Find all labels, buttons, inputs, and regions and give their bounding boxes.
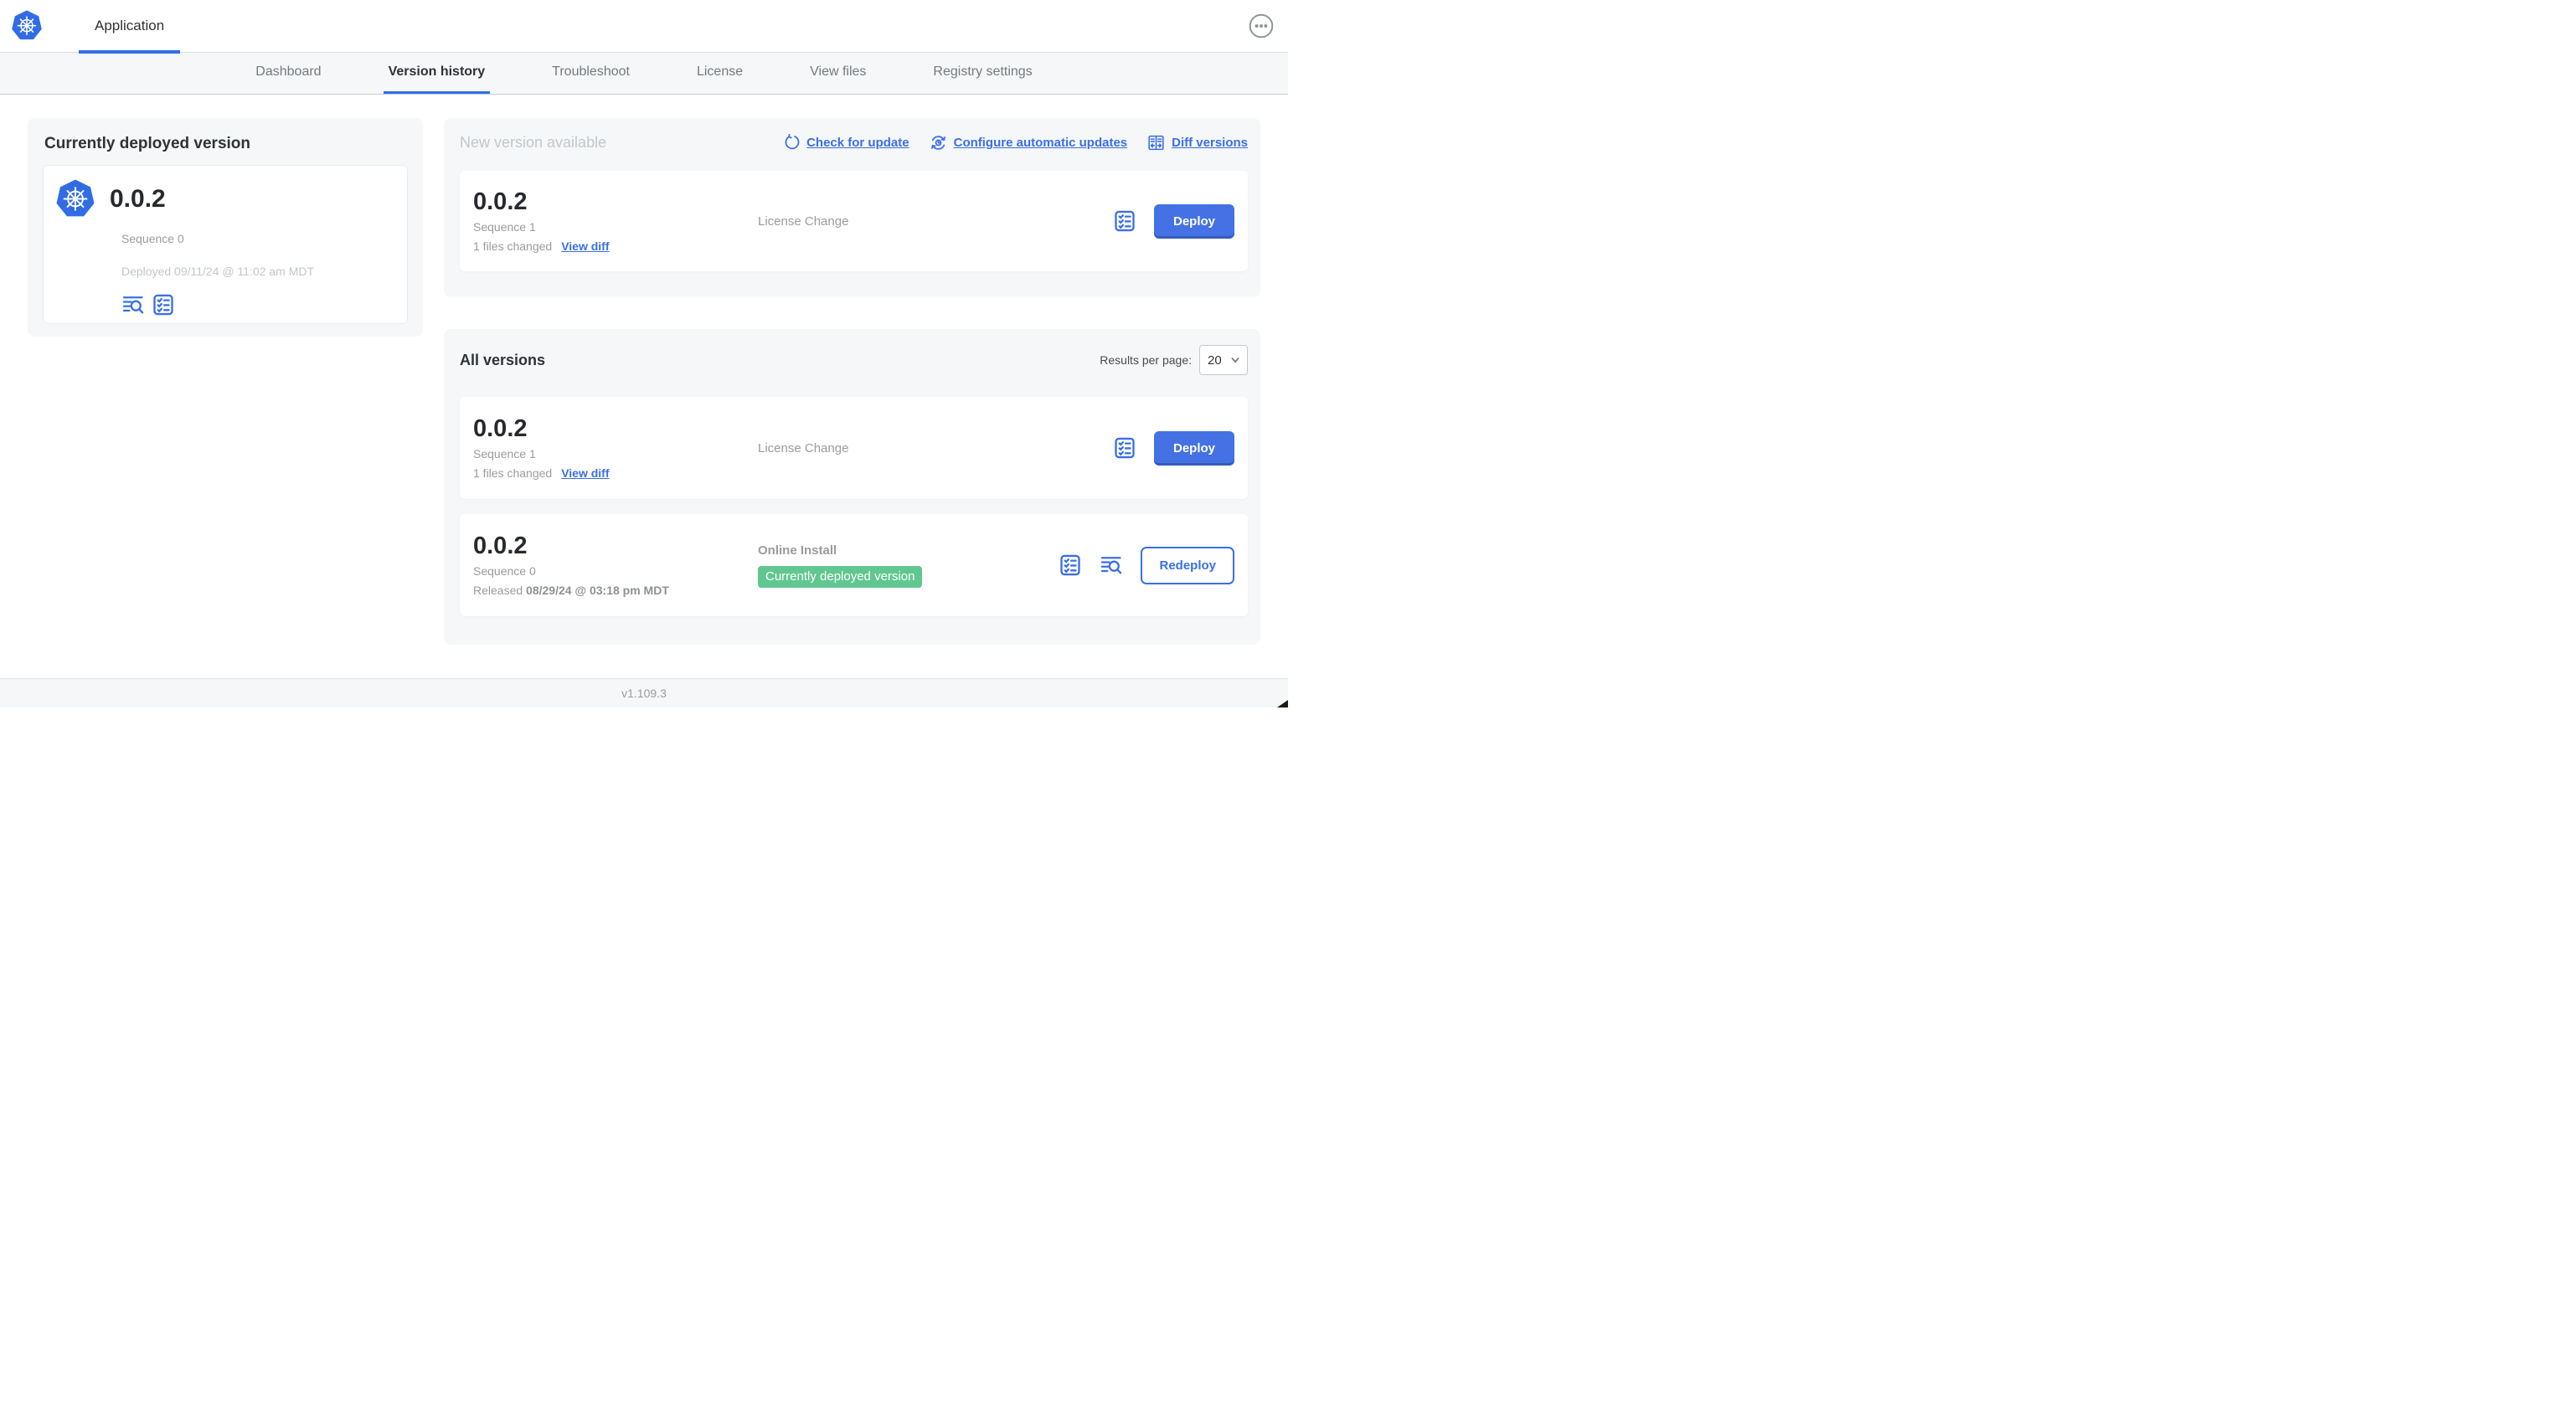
app-tab-label: Application bbox=[95, 18, 165, 33]
diff-versions-link[interactable]: Diff versions bbox=[1147, 134, 1248, 152]
active-tab-underline bbox=[79, 49, 181, 54]
tab-version-history[interactable]: Version history bbox=[383, 53, 491, 94]
more-options-icon[interactable] bbox=[1249, 13, 1274, 39]
configure-automatic-updates-link[interactable]: Configure automatic updates bbox=[930, 134, 1128, 152]
currently-deployed-section: Currently deployed version 0.0.2 Sequenc… bbox=[28, 118, 423, 337]
new-version-title: New version available bbox=[460, 134, 607, 151]
results-per-page: Results per page: 20 bbox=[1100, 345, 1248, 375]
new-version-section: New version available Check for update C… bbox=[444, 118, 1260, 297]
sequence-label: Sequence 1 bbox=[473, 447, 536, 461]
diff-versions-label: Diff versions bbox=[1172, 136, 1248, 150]
results-per-page-value: 20 bbox=[1208, 352, 1222, 368]
all-versions-title: All versions bbox=[460, 351, 546, 368]
all-versions-section: All versions Results per page: 20 0.0.2 … bbox=[444, 329, 1260, 645]
new-version-header: New version available Check for update C… bbox=[460, 134, 1248, 152]
deploy-button[interactable]: Deploy bbox=[1153, 203, 1234, 239]
version-number: 0.0.2 bbox=[473, 188, 528, 215]
released-timestamp: Released 08/29/24 @ 03:18 pm MDT bbox=[473, 584, 758, 597]
console-version: v1.109.3 bbox=[621, 687, 667, 700]
app-footer: v1.109.3 bbox=[0, 678, 1288, 708]
current-version-actions bbox=[121, 293, 396, 316]
version-source: License Change bbox=[758, 214, 849, 229]
deploy-button[interactable]: Deploy bbox=[1153, 430, 1234, 466]
refresh-icon bbox=[785, 134, 800, 150]
current-version-number: 0.0.2 bbox=[110, 185, 166, 213]
app-header: Application bbox=[0, 0, 1288, 54]
tab-view-files[interactable]: View files bbox=[805, 53, 871, 94]
version-row-sequence-1: 0.0.2 Sequence 1 1 files changed View di… bbox=[460, 397, 1248, 499]
version-source-col: License Change bbox=[758, 214, 1113, 229]
check-for-update-label: Check for update bbox=[806, 136, 909, 150]
new-version-row: 0.0.2 Sequence 1 1 files changed View di… bbox=[460, 171, 1248, 271]
preflight-checks-icon[interactable] bbox=[1059, 553, 1082, 577]
results-per-page-label: Results per page: bbox=[1100, 353, 1192, 367]
redeploy-button[interactable]: Redeploy bbox=[1141, 546, 1234, 584]
view-deploy-logs-icon[interactable] bbox=[121, 293, 145, 316]
chevron-down-icon bbox=[1231, 358, 1239, 363]
files-changed-row: 1 files changed View diff bbox=[473, 239, 758, 253]
app-tab-application[interactable]: Application bbox=[79, 0, 181, 54]
kubernetes-logo-icon bbox=[12, 10, 42, 40]
preflight-checks-icon[interactable] bbox=[1113, 209, 1136, 233]
tab-license[interactable]: License bbox=[692, 53, 748, 94]
version-info: 0.0.2 Sequence 1 1 files changed View di… bbox=[473, 188, 758, 253]
version-actions: Deploy bbox=[1113, 203, 1234, 239]
sequence-label: Sequence 0 bbox=[473, 564, 536, 579]
version-info: 0.0.2 Sequence 0 Released 08/29/24 @ 03:… bbox=[473, 533, 758, 597]
preflight-checks-icon[interactable] bbox=[152, 293, 175, 316]
all-versions-header: All versions Results per page: 20 bbox=[460, 345, 1248, 375]
tab-troubleshoot[interactable]: Troubleshoot bbox=[547, 53, 635, 94]
version-number: 0.0.2 bbox=[473, 532, 528, 559]
tab-registry-settings[interactable]: Registry settings bbox=[928, 53, 1037, 94]
configure-automatic-updates-label: Configure automatic updates bbox=[953, 136, 1128, 150]
files-changed-row: 1 files changed View diff bbox=[473, 466, 758, 480]
files-changed-label: 1 files changed bbox=[473, 466, 553, 481]
kots-admin-console: { "header": { "app_tab_label": "Applicat… bbox=[0, 0, 1288, 708]
app-subnav: Dashboard Version history Troubleshoot L… bbox=[0, 53, 1288, 95]
version-source-col: License Change bbox=[758, 441, 1113, 455]
tab-dashboard[interactable]: Dashboard bbox=[250, 53, 326, 94]
view-deploy-logs-icon[interactable] bbox=[1100, 553, 1123, 577]
version-number: 0.0.2 bbox=[473, 414, 528, 442]
view-diff-link[interactable]: View diff bbox=[561, 466, 609, 480]
cursor-artifact bbox=[1277, 700, 1288, 708]
main-content: Currently deployed version 0.0.2 Sequenc… bbox=[0, 95, 1288, 678]
sequence-label: Sequence 1 bbox=[473, 220, 536, 234]
current-version-meta: Sequence 0 Deployed 09/11/24 @ 11:02 am … bbox=[121, 232, 396, 316]
results-per-page-select[interactable]: 20 bbox=[1199, 345, 1248, 375]
kubernetes-logo bbox=[11, 8, 43, 44]
app-icon bbox=[56, 179, 95, 217]
version-source-col: Online Install Currently deployed versio… bbox=[758, 543, 1059, 588]
right-column: New version available Check for update C… bbox=[444, 118, 1260, 678]
currently-deployed-title: Currently deployed version bbox=[44, 135, 251, 152]
released-prefix: Released bbox=[473, 584, 527, 598]
currently-deployed-badge: Currently deployed version bbox=[758, 565, 923, 588]
version-actions: Redeploy bbox=[1059, 546, 1234, 584]
current-version-row: 0.0.2 bbox=[54, 178, 396, 220]
current-deployed-timestamp: Deployed 09/11/24 @ 11:02 am MDT bbox=[121, 265, 315, 278]
version-action-links: Check for update Configure automatic upd… bbox=[782, 134, 1248, 152]
preflight-checks-icon[interactable] bbox=[1113, 436, 1136, 460]
version-info: 0.0.2 Sequence 1 1 files changed View di… bbox=[473, 414, 758, 480]
header-actions bbox=[1249, 13, 1274, 39]
version-source: License Change bbox=[758, 440, 849, 455]
version-source: Online Install bbox=[758, 543, 837, 558]
version-row-sequence-0: 0.0.2 Sequence 0 Released 08/29/24 @ 03:… bbox=[460, 514, 1248, 616]
files-changed-label: 1 files changed bbox=[473, 239, 553, 254]
view-diff-link[interactable]: View diff bbox=[561, 239, 609, 253]
left-column: Currently deployed version 0.0.2 Sequenc… bbox=[28, 118, 423, 678]
released-date: 08/29/24 @ 03:18 pm MDT bbox=[526, 584, 669, 598]
schedule-update-icon bbox=[930, 136, 945, 150]
check-for-update-link[interactable]: Check for update bbox=[782, 134, 909, 152]
version-actions: Deploy bbox=[1113, 430, 1234, 466]
currently-deployed-card: 0.0.2 Sequence 0 Deployed 09/11/24 @ 11:… bbox=[43, 165, 408, 324]
current-sequence-label: Sequence 0 bbox=[121, 232, 184, 245]
diff-icon bbox=[1148, 135, 1164, 151]
